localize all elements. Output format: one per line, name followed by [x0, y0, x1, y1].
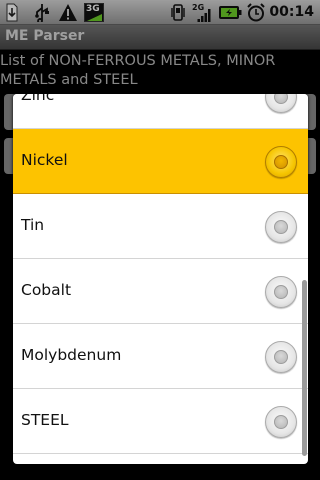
choice-item-zinc[interactable]: Zinc — [13, 94, 308, 129]
choice-label: Molybdenum — [21, 346, 122, 364]
radio-dot-icon — [274, 350, 288, 364]
choice-item-molybdenum[interactable]: Molybdenum — [13, 324, 308, 389]
choice-label: Nickel — [21, 151, 68, 169]
radio-dot-icon — [274, 94, 288, 104]
list-scrollbar[interactable] — [302, 280, 307, 456]
radio-button[interactable] — [265, 341, 297, 373]
radio-dot-icon — [274, 415, 288, 429]
choice-item-steel[interactable]: STEEL — [13, 389, 308, 454]
choice-label: STEEL — [21, 411, 69, 429]
radio-dot-icon — [274, 220, 288, 234]
choice-item-nickel[interactable]: Nickel — [13, 129, 308, 194]
choice-label: Cobalt — [21, 281, 72, 299]
radio-button[interactable] — [265, 406, 297, 438]
choice-label: Tin — [21, 216, 45, 234]
radio-dot-icon — [274, 285, 288, 299]
radio-button[interactable] — [265, 276, 297, 308]
metal-choice-dialog: Zinc Nickel Tin Cobalt Molybdenum STEEL — [13, 94, 308, 464]
choice-label: Zinc — [21, 94, 55, 104]
choice-item-tin[interactable]: Tin — [13, 194, 308, 259]
choice-list: Zinc Nickel Tin Cobalt Molybdenum STEEL — [13, 94, 308, 454]
choice-item-cobalt[interactable]: Cobalt — [13, 259, 308, 324]
radio-button[interactable] — [265, 211, 297, 243]
radio-button[interactable] — [265, 94, 297, 113]
radio-dot-icon — [274, 155, 288, 169]
radio-button[interactable] — [265, 146, 297, 178]
screen: 3G 2G 00:14 ME Parser List of NON-FERROU… — [0, 0, 320, 480]
